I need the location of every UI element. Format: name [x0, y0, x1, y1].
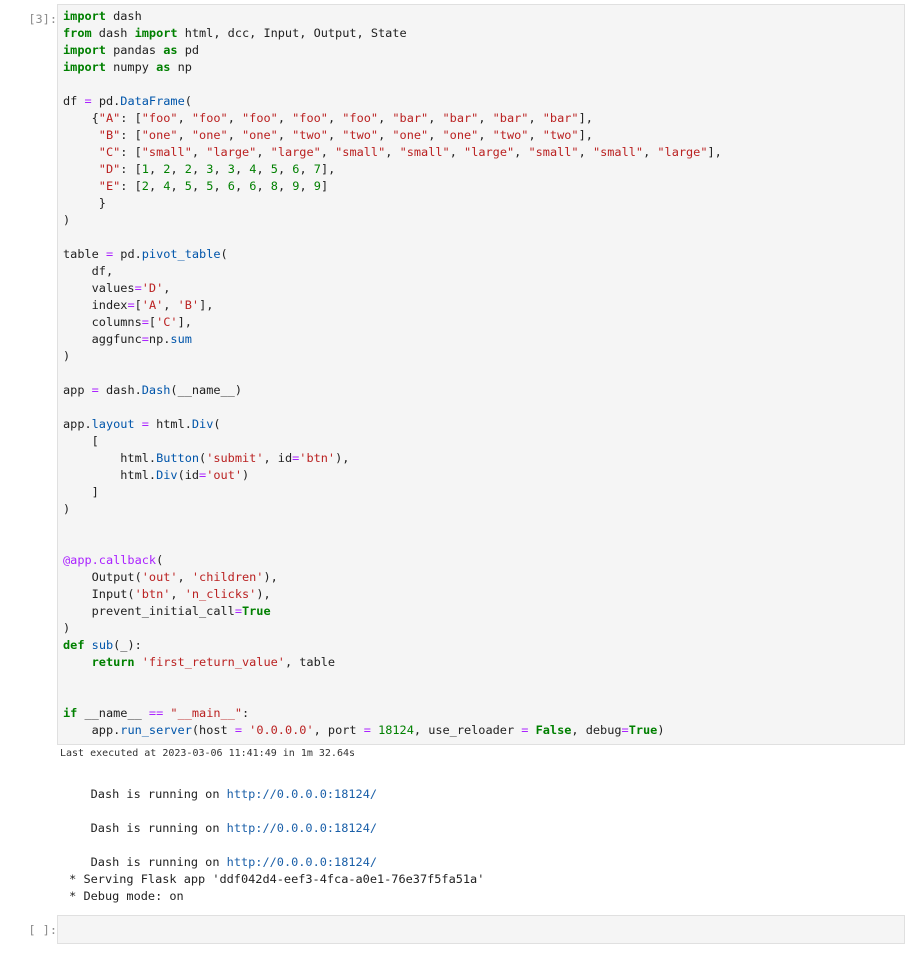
execution-prompt: [3]: [28, 12, 57, 26]
flask-log-line: * Serving Flask app 'ddf042d4-eef3-4fca-… [62, 872, 485, 886]
output-text: Dash is running on [90, 787, 227, 801]
output-link[interactable]: http://0.0.0.0:18124/ [227, 787, 377, 801]
execution-time: Last executed at 2023-03-06 11:41:49 in … [60, 748, 356, 759]
code-editor[interactable]: import dash from dash import html, dcc, … [57, 4, 905, 745]
output-link[interactable]: http://0.0.0.0:18124/ [227, 821, 377, 835]
execution-prompt: [ ]: [28, 923, 57, 937]
code-content[interactable]: import dash from dash import html, dcc, … [63, 8, 722, 739]
output-text: Dash is running on [90, 855, 227, 869]
output-link[interactable]: http://0.0.0.0:18124/ [227, 855, 377, 869]
output-text: Dash is running on [90, 821, 227, 835]
code-editor-empty[interactable] [57, 915, 905, 944]
flask-log-line: * Debug mode: on [62, 889, 184, 903]
